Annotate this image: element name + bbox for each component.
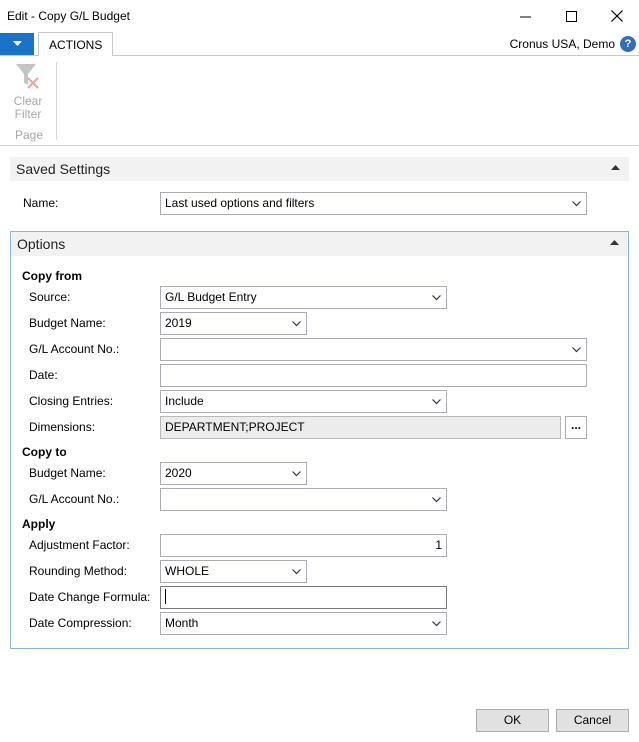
ribbon: Clear Filter Page (0, 56, 639, 146)
chevron-up-icon (611, 165, 620, 170)
source-select[interactable]: G/L Budget Entry (160, 286, 447, 309)
text-cursor (165, 589, 166, 605)
chevron-down-icon (432, 621, 441, 627)
dimensions-assist-button[interactable]: ... (565, 416, 587, 439)
window-title: Edit - Copy G/L Budget (7, 9, 130, 23)
ribbon-separator (56, 62, 57, 140)
dimensions-label: Dimensions: (29, 420, 96, 434)
copy-from-budget-name-select[interactable]: 2019 (160, 312, 307, 335)
clear-filter-icon (16, 64, 39, 89)
copy-from-gl-account-label: G/L Account No.: (29, 342, 120, 356)
saved-settings-name-select[interactable]: Last used options and filters (160, 192, 587, 215)
close-button[interactable] (594, 0, 639, 32)
chevron-down-icon (292, 321, 301, 327)
ok-button[interactable]: OK (476, 709, 549, 732)
copy-from-gl-account-select[interactable] (160, 338, 587, 361)
chevron-up-icon (610, 240, 619, 245)
chevron-down-icon (292, 471, 301, 477)
closing-entries-value: Include (165, 394, 204, 408)
rounding-method-select[interactable]: WHOLE (160, 560, 307, 583)
date-compression-select[interactable]: Month (160, 612, 447, 635)
clear-filter-label-line2: Filter (14, 107, 42, 121)
date-compression-value: Month (165, 616, 199, 630)
ribbon-group-page: Page (15, 128, 44, 142)
copy-to-budget-name-label: Budget Name: (29, 466, 106, 480)
options-title: Options (17, 236, 66, 252)
cancel-button[interactable]: Cancel (556, 709, 629, 732)
minimize-button[interactable] (502, 0, 548, 32)
ribbon-tab-row: ACTIONS Cronus USA, Demo ? (0, 32, 639, 57)
copy-to-budget-name-value: 2020 (165, 466, 192, 480)
copy-from-budget-name-label: Budget Name: (29, 316, 106, 330)
closing-entries-label: Closing Entries: (29, 394, 114, 408)
source-value: G/L Budget Entry (165, 290, 257, 304)
adjustment-factor-label: Adjustment Factor: (29, 538, 130, 552)
copy-to-heading: Copy to (22, 445, 67, 459)
rounding-method-label: Rounding Method: (29, 564, 128, 578)
saved-settings-header[interactable]: Saved Settings (10, 157, 629, 181)
rounding-method-value: WHOLE (165, 564, 210, 578)
adjustment-factor-value: 1 (435, 538, 442, 552)
help-icon[interactable]: ? (620, 36, 636, 52)
copy-to-gl-account-select[interactable] (160, 488, 447, 511)
dimensions-field: DEPARTMENT;PROJECT (160, 416, 561, 439)
app-menu-button[interactable] (0, 33, 34, 55)
adjustment-factor-input[interactable]: 1 (160, 534, 447, 557)
saved-settings-name-value: Last used options and filters (165, 196, 315, 210)
date-compression-label: Date Compression: (29, 616, 132, 630)
copy-from-budget-name-value: 2019 (165, 316, 192, 330)
maximize-icon (565, 10, 577, 22)
source-label: Source: (29, 290, 71, 304)
date-change-formula-input[interactable] (160, 586, 447, 609)
chevron-down-icon (572, 347, 581, 353)
minimize-icon (519, 16, 531, 17)
dimensions-value: DEPARTMENT;PROJECT (165, 420, 305, 434)
chevron-down-icon (12, 41, 22, 46)
chevron-down-icon (432, 295, 441, 301)
close-icon (611, 10, 623, 22)
copy-to-gl-account-label: G/L Account No.: (29, 492, 120, 506)
company-name: Cronus USA, Demo (509, 37, 615, 51)
date-change-formula-label: Date Change Formula: (29, 590, 151, 604)
date-label: Date: (29, 368, 58, 382)
title-bar: Edit - Copy G/L Budget (0, 0, 639, 32)
clear-filter-label-line1: Clear (13, 94, 43, 108)
apply-heading: Apply (22, 517, 56, 531)
closing-entries-select[interactable]: Include (160, 390, 447, 413)
saved-settings-name-label: Name: (23, 196, 59, 210)
tab-actions[interactable]: ACTIONS (38, 32, 114, 57)
maximize-button[interactable] (548, 0, 594, 32)
copy-from-heading: Copy from (22, 269, 82, 283)
chevron-down-icon (292, 569, 301, 575)
options-header[interactable]: Options (11, 232, 628, 256)
date-input[interactable] (160, 364, 587, 387)
saved-settings-title: Saved Settings (16, 161, 111, 177)
copy-to-budget-name-select[interactable]: 2020 (160, 462, 307, 485)
clear-filter-button[interactable]: Clear Filter (10, 61, 46, 121)
chevron-down-icon (572, 201, 581, 207)
chevron-down-icon (432, 399, 441, 405)
chevron-down-icon (432, 497, 441, 503)
